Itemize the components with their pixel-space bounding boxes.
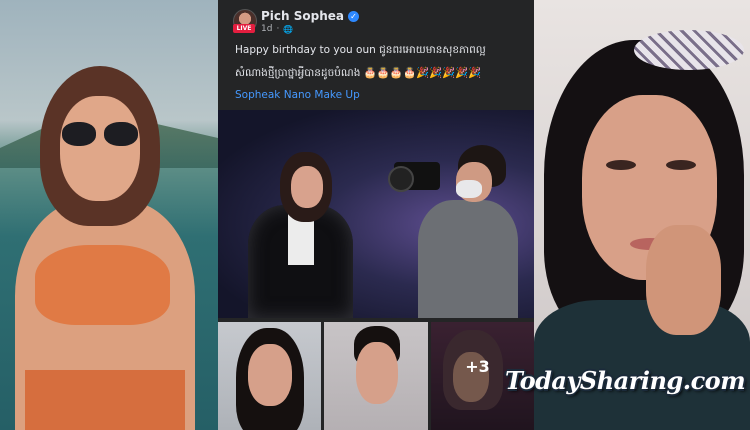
- thumb-face: [356, 342, 398, 404]
- photo-figure-swimsuit: [35, 245, 170, 325]
- globe-icon: 🌐: [283, 24, 294, 34]
- left-photo: [0, 0, 218, 430]
- photo-figure-eye: [606, 160, 636, 170]
- author-row: Pich Sophea ✓: [261, 8, 359, 24]
- live-badge: LIVE: [233, 24, 255, 33]
- thumb-face: [248, 344, 292, 406]
- head-scarf: [634, 30, 744, 70]
- photo-figure-hand: [646, 225, 721, 335]
- thumbnail-photo-2[interactable]: [324, 322, 428, 430]
- site-watermark: TodaySharing.com: [505, 366, 746, 395]
- meta-separator: ·: [276, 24, 280, 34]
- photo-figure-face: [60, 96, 140, 201]
- photo-figure-shirt: [534, 300, 750, 430]
- thumbnail-photo-1[interactable]: [218, 322, 321, 430]
- camera-lens: [388, 166, 414, 192]
- facebook-post: LIVE Pich Sophea ✓ 1d · 🌐 Happy birthday…: [218, 0, 534, 430]
- post-text-line-1: Happy birthday to you oun ជូនពរអោយមានសុខ…: [235, 44, 486, 56]
- tagged-page-link[interactable]: Sopheak Nano Make Up: [235, 89, 360, 101]
- verified-badge-icon: ✓: [348, 10, 359, 22]
- photographer-body: [418, 200, 518, 318]
- photo-figure-eye: [666, 160, 696, 170]
- post-time[interactable]: 1d: [261, 24, 272, 34]
- post-text-line-2: សំណាងថ្មីប្រាថ្នាអ្វីបានដូចបំណង 🎂🎂🎂🎂🎉🎉🎉🎉…: [235, 67, 482, 79]
- sunglasses: [62, 122, 138, 146]
- more-photos-count: +3: [465, 356, 490, 376]
- post-meta: 1d · 🌐: [261, 24, 293, 34]
- photo-figure-face: [291, 166, 323, 208]
- author-name[interactable]: Pich Sophea: [261, 9, 344, 23]
- face-mask: [456, 180, 482, 198]
- photo-thumbnails: +3: [218, 322, 534, 430]
- post-header: LIVE Pich Sophea ✓ 1d · 🌐 Happy birthday…: [218, 0, 534, 110]
- post-main-photo[interactable]: [218, 110, 534, 318]
- photo-figure-skirt: [25, 370, 185, 430]
